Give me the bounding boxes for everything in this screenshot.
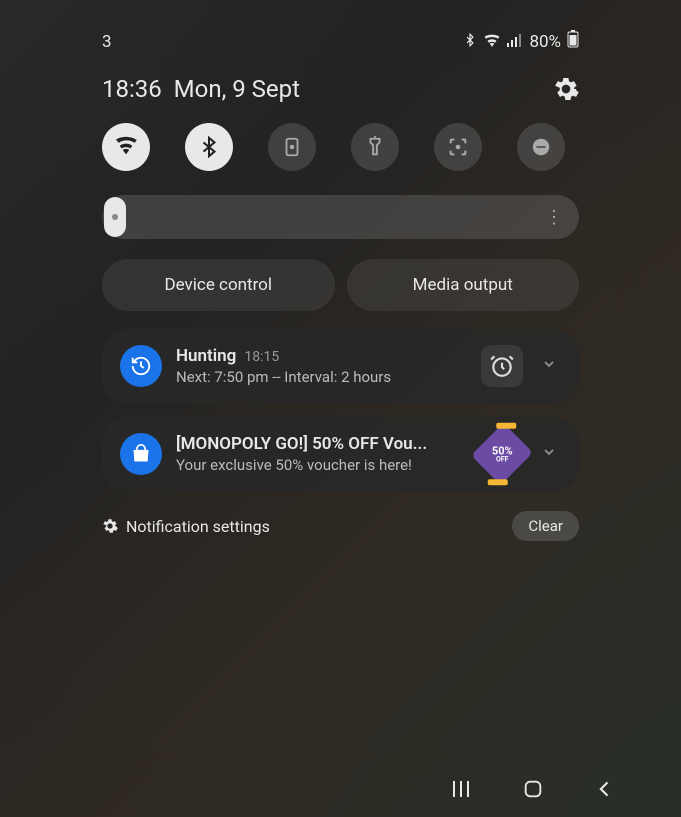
back-icon xyxy=(595,779,615,799)
bluetooth-icon xyxy=(463,32,477,52)
minus-circle-icon xyxy=(530,136,552,158)
notification-settings-button[interactable]: Notification settings xyxy=(102,517,270,536)
notification-time: 18:15 xyxy=(244,349,279,365)
wifi-icon xyxy=(115,136,137,158)
quick-settings-toggles xyxy=(24,123,657,171)
status-bar: 3 80% xyxy=(24,30,657,53)
brightness-dot-icon xyxy=(112,214,118,220)
flashlight-icon xyxy=(364,136,386,158)
battery-percentage: 80% xyxy=(529,32,561,52)
notification-card[interactable]: [MONOPOLY GO!] 50% OFF Vou... Your exclu… xyxy=(102,417,579,491)
brightness-slider[interactable]: ⋮ xyxy=(102,195,579,239)
notification-content: [MONOPOLY GO!] 50% OFF Vou... Your exclu… xyxy=(176,434,467,474)
alarm-clock-icon xyxy=(489,353,515,379)
media-output-button[interactable]: Media output xyxy=(347,259,580,311)
shopping-bag-icon xyxy=(131,444,151,464)
brightness-handle[interactable] xyxy=(104,197,126,237)
notification-title: [MONOPOLY GO!] 50% OFF Vou... xyxy=(176,434,427,454)
notification-card[interactable]: Hunting 18:15 Next: 7:50 pm -- Interval:… xyxy=(102,329,579,403)
status-icons: 80% xyxy=(463,30,579,53)
wifi-icon xyxy=(483,32,501,52)
status-notification-count: 3 xyxy=(102,32,112,52)
notification-expand-button[interactable] xyxy=(537,440,561,468)
gear-icon xyxy=(553,76,579,102)
clear-notifications-button[interactable]: Clear xyxy=(512,511,579,541)
notifications-footer: Notification settings Clear xyxy=(24,505,657,541)
clock-date: Mon, 9 Sept xyxy=(174,75,300,103)
notification-thumbnail xyxy=(481,345,523,387)
notification-settings-label: Notification settings xyxy=(126,517,270,536)
brightness-control: ⋮ xyxy=(24,195,657,239)
rotation-lock-icon xyxy=(281,136,303,158)
notification-thumbnail: 50% OFF xyxy=(481,433,523,475)
rotation-lock-toggle[interactable] xyxy=(268,123,316,171)
screen-capture-toggle[interactable] xyxy=(434,123,482,171)
battery-icon xyxy=(567,30,579,53)
datetime[interactable]: 18:36 Mon, 9 Sept xyxy=(102,75,300,103)
flashlight-toggle[interactable] xyxy=(351,123,399,171)
brightness-more-button[interactable]: ⋮ xyxy=(545,207,563,228)
notifications-list: Hunting 18:15 Next: 7:50 pm -- Interval:… xyxy=(24,329,657,491)
notification-app-icon xyxy=(120,433,162,475)
clock-history-icon xyxy=(130,355,152,377)
capture-icon xyxy=(447,136,469,158)
chevron-down-icon xyxy=(541,356,557,372)
back-button[interactable] xyxy=(593,777,617,801)
recents-button[interactable] xyxy=(449,777,473,801)
header-row: 18:36 Mon, 9 Sept xyxy=(24,75,657,103)
notification-title: Hunting xyxy=(176,346,236,366)
notification-app-icon xyxy=(120,345,162,387)
signal-icon xyxy=(507,32,523,52)
settings-button[interactable] xyxy=(553,76,579,102)
notification-expand-button[interactable] xyxy=(537,352,561,380)
sale-badge-icon: 50% OFF xyxy=(471,423,533,485)
recents-icon xyxy=(451,779,471,799)
notification-body: Next: 7:50 pm -- Interval: 2 hours xyxy=(176,368,467,386)
bluetooth-toggle[interactable] xyxy=(185,123,233,171)
device-control-label: Device control xyxy=(164,275,272,295)
media-output-label: Media output xyxy=(413,275,513,295)
bluetooth-icon xyxy=(198,136,220,158)
clear-label: Clear xyxy=(528,517,563,535)
dnd-toggle[interactable] xyxy=(517,123,565,171)
navigation-bar xyxy=(0,761,681,817)
clock-time: 18:36 xyxy=(102,75,162,103)
wifi-toggle[interactable] xyxy=(102,123,150,171)
device-control-button[interactable]: Device control xyxy=(102,259,335,311)
notification-content: Hunting 18:15 Next: 7:50 pm -- Interval:… xyxy=(176,346,467,386)
action-buttons-row: Device control Media output xyxy=(24,259,657,311)
gear-icon xyxy=(102,518,118,534)
home-button[interactable] xyxy=(521,777,545,801)
notification-body: Your exclusive 50% voucher is here! xyxy=(176,456,467,474)
home-icon xyxy=(522,778,544,800)
chevron-down-icon xyxy=(541,444,557,460)
